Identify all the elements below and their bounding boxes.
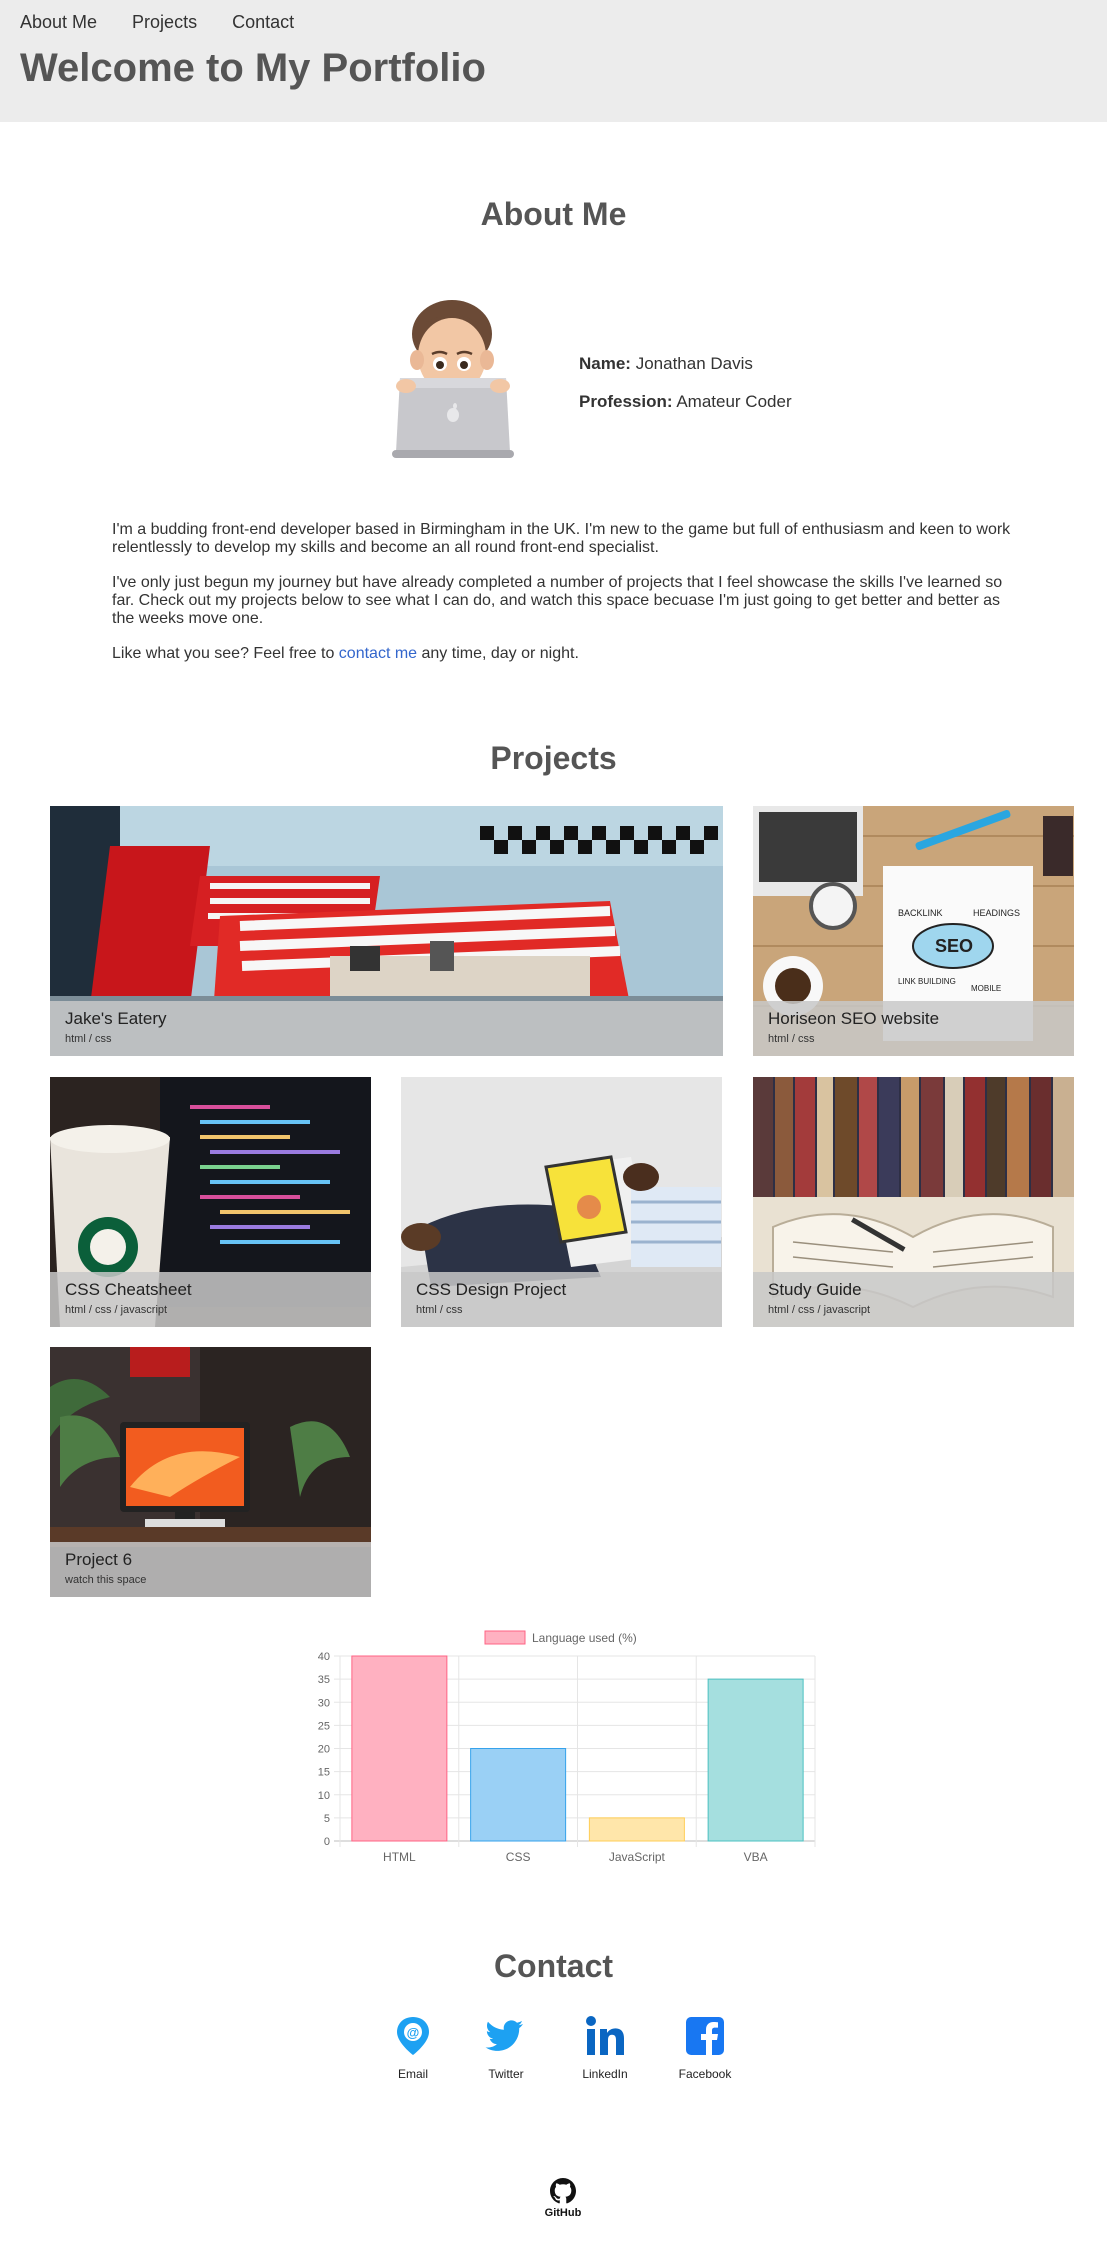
y-tick-label: 0 bbox=[324, 1836, 330, 1848]
project-card-project-6[interactable]: Project 6 watch this space bbox=[50, 1347, 371, 1597]
legend-label: Language used (%) bbox=[532, 1631, 637, 1645]
github-link[interactable]: GitHub bbox=[533, 2178, 593, 2219]
x-tick-label: VBA bbox=[744, 1850, 768, 1864]
bio-paragraph-3: Like what you see? Feel free to contact … bbox=[112, 645, 1012, 663]
chart-x-ticks: HTML CSS JavaScript VBA bbox=[383, 1850, 768, 1864]
nav-link-projects[interactable]: Projects bbox=[132, 12, 197, 33]
project-title: Project 6 bbox=[65, 1550, 133, 1569]
github-label: GitHub bbox=[544, 2207, 582, 2219]
language-chart: Language used (%) 0 5 10 15 20 25 30 35 40 HTML C… bbox=[318, 1630, 816, 1864]
profession-row: Profession: Amateur Coder bbox=[579, 392, 792, 412]
about-details: Name: Jonathan Davis Profession: Amateur… bbox=[579, 354, 792, 430]
y-tick-label: 35 bbox=[318, 1674, 330, 1686]
nav-link-about[interactable]: About Me bbox=[20, 12, 97, 33]
avatar-memoji bbox=[392, 300, 514, 458]
y-tick-label: 20 bbox=[318, 1744, 330, 1756]
contact-heading: Contact bbox=[493, 1948, 614, 1984]
svg-text:@: @ bbox=[407, 2025, 420, 2040]
contact-twitter[interactable]: Twitter bbox=[466, 2015, 546, 2081]
project-caption: CSS Design Project html / css bbox=[401, 1272, 722, 1327]
y-tick-label: 15 bbox=[318, 1767, 330, 1779]
site-header: About Me Projects Contact Welcome to My … bbox=[0, 0, 1107, 122]
linkedin-icon bbox=[586, 2016, 624, 2055]
y-tick-label: 25 bbox=[318, 1720, 330, 1732]
project-card-jakes-eatery[interactable]: Jake's Eatery html / css bbox=[50, 806, 723, 1056]
profession-label: Profession: bbox=[579, 392, 673, 411]
project-caption: Horiseon SEO website html / css bbox=[753, 1001, 1074, 1056]
contact-linkedin[interactable]: LinkedIn bbox=[565, 2015, 645, 2081]
bio-paragraph-2: I've only just begun my journey but have… bbox=[112, 574, 1003, 627]
contact-me-link[interactable]: contact me bbox=[339, 645, 417, 662]
bar-html[interactable] bbox=[351, 1655, 448, 1842]
name-label: Name: bbox=[579, 354, 631, 373]
facebook-icon bbox=[686, 2017, 724, 2055]
project-tags: html / css bbox=[65, 1033, 112, 1045]
bio: I'm a budding front-end developer based … bbox=[112, 521, 1012, 680]
contact-email[interactable]: @ Email bbox=[373, 2015, 453, 2081]
profession-value: Amateur Coder bbox=[676, 392, 792, 411]
project-title: CSS Cheatsheet bbox=[65, 1280, 192, 1299]
project-card-css-design[interactable]: CSS Design Project html / css bbox=[401, 1077, 722, 1327]
bio-3-pre: Like what you see? Feel free to bbox=[112, 645, 339, 662]
chart-y-ticks: 0 5 10 15 20 25 30 35 40 bbox=[318, 1651, 330, 1848]
email-pin-icon: @ bbox=[397, 2017, 429, 2055]
contact-label: LinkedIn bbox=[582, 2067, 628, 2081]
about-heading: About Me bbox=[480, 196, 627, 232]
projects-heading: Projects bbox=[490, 740, 617, 776]
svg-text:HEADINGS: HEADINGS bbox=[973, 908, 1020, 918]
project-title: CSS Design Project bbox=[416, 1280, 567, 1299]
bar-javascript[interactable] bbox=[588, 1817, 685, 1842]
contact-label: Facebook bbox=[678, 2067, 732, 2081]
project-card-horiseon-seo[interactable]: SEO BACKLINK HEADINGS LINK BUILDING MOBI… bbox=[753, 806, 1074, 1056]
project-card-css-cheatsheet[interactable]: CSS Cheatsheet html / css / javascript bbox=[50, 1077, 371, 1327]
bio-paragraph-1: I'm a budding front-end developer based … bbox=[112, 521, 1011, 556]
project-caption: Jake's Eatery html / css bbox=[50, 1001, 723, 1056]
project-caption: CSS Cheatsheet html / css / javascript bbox=[50, 1272, 371, 1327]
name-row: Name: Jonathan Davis bbox=[579, 354, 792, 374]
bar-css[interactable] bbox=[470, 1748, 567, 1842]
project-tags: html / css / javascript bbox=[768, 1304, 871, 1316]
contact-label: Twitter bbox=[488, 2067, 524, 2081]
x-tick-label: JavaScript bbox=[609, 1850, 666, 1864]
contact-label: Email bbox=[397, 2067, 428, 2081]
y-tick-label: 5 bbox=[324, 1813, 330, 1825]
project-tags: html / css bbox=[416, 1304, 463, 1316]
y-tick-label: 40 bbox=[318, 1651, 330, 1663]
bar-vba[interactable] bbox=[707, 1678, 804, 1842]
svg-text:LINK BUILDING: LINK BUILDING bbox=[898, 977, 956, 986]
y-tick-label: 30 bbox=[318, 1697, 330, 1709]
svg-text:BACKLINK: BACKLINK bbox=[898, 908, 943, 918]
project-tags: watch this space bbox=[65, 1574, 147, 1586]
site-title: Welcome to My Portfolio bbox=[20, 46, 486, 90]
nav-link-contact[interactable]: Contact bbox=[232, 12, 294, 33]
project-title: Jake's Eatery bbox=[65, 1009, 167, 1028]
project-tags: html / css / javascript bbox=[65, 1304, 168, 1316]
y-tick-label: 10 bbox=[318, 1790, 330, 1802]
svg-text:MOBILE: MOBILE bbox=[971, 984, 1001, 993]
twitter-icon bbox=[485, 2020, 523, 2051]
svg-text:SEO: SEO bbox=[935, 936, 973, 956]
main-nav: About Me Projects Contact bbox=[20, 12, 294, 33]
chart-legend: Language used (%) bbox=[484, 1630, 637, 1645]
github-icon bbox=[550, 2178, 576, 2204]
contact-facebook[interactable]: Facebook bbox=[665, 2015, 745, 2081]
project-title: Horiseon SEO website bbox=[768, 1009, 940, 1028]
x-tick-label: CSS bbox=[506, 1850, 531, 1864]
project-caption: Study Guide html / css / javascript bbox=[753, 1272, 1074, 1327]
x-tick-label: HTML bbox=[383, 1850, 416, 1864]
project-caption: Project 6 watch this space bbox=[50, 1542, 371, 1597]
legend-swatch bbox=[484, 1630, 526, 1645]
project-tags: html / css bbox=[768, 1033, 815, 1045]
name-value: Jonathan Davis bbox=[635, 354, 753, 373]
project-card-study-guide[interactable]: Study Guide html / css / javascript bbox=[753, 1077, 1074, 1327]
bio-3-post: any time, day or night. bbox=[417, 645, 579, 662]
project-title: Study Guide bbox=[768, 1280, 862, 1299]
